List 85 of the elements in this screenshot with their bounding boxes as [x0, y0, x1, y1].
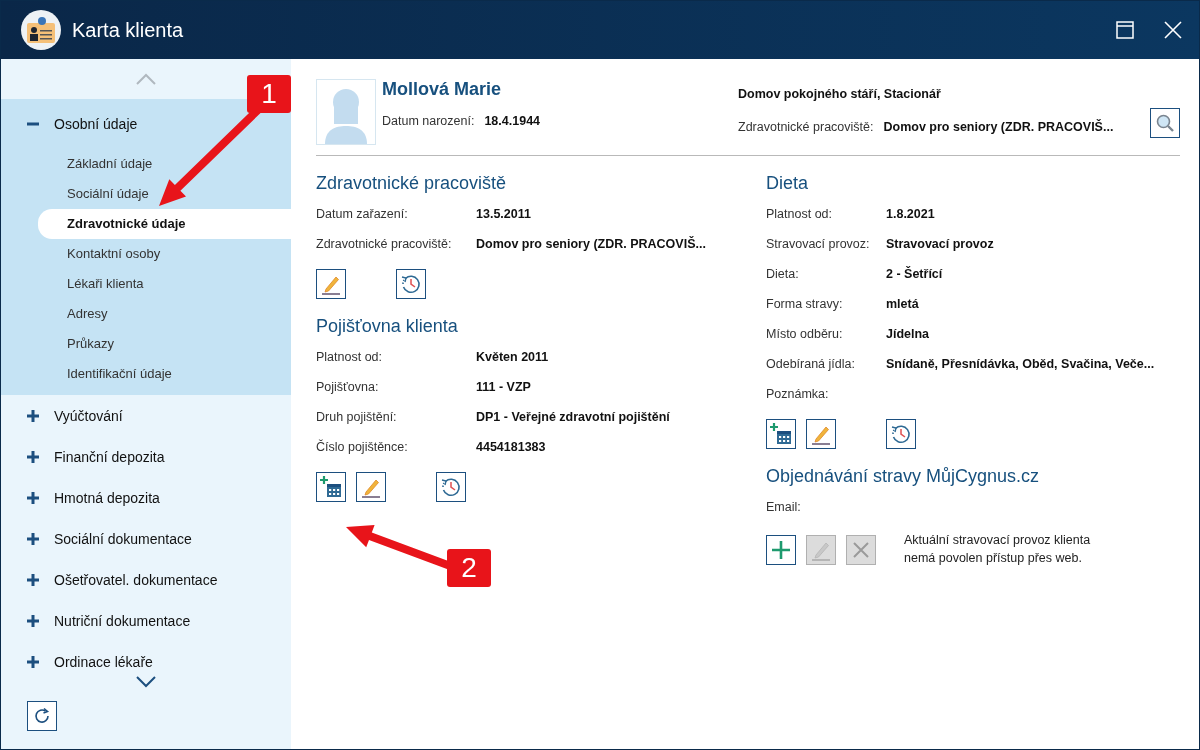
plus-icon[interactable] — [26, 531, 40, 546]
field-label: Forma stravy: — [766, 297, 844, 311]
field-value: 4454181383 — [476, 440, 546, 454]
field-label: Email: — [766, 500, 802, 514]
refresh-button[interactable] — [27, 701, 57, 731]
field-label: Datum narození: — [382, 114, 475, 128]
field-value: 1.8.2021 — [886, 207, 935, 221]
add-button[interactable] — [766, 419, 796, 449]
maximize-icon[interactable] — [1115, 20, 1135, 40]
info-message: Aktuální stravovací provoz klienta nemá povolen přístup přes web. — [904, 532, 1092, 567]
sidebar-item[interactable]: Lékaři klienta — [38, 269, 291, 299]
field-label: Dieta: — [766, 267, 800, 281]
plus-icon[interactable] — [26, 408, 40, 423]
field-value: Květen 2011 — [476, 350, 549, 364]
field-value: Snídaně, Přesnídávka, Oběd, Svačina, Veče... — [886, 357, 1155, 371]
add-button[interactable] — [316, 472, 346, 502]
search-icon — [1155, 113, 1175, 133]
field-value: Domov pro seniory (ZDR. PRACOVIŠ... — [476, 237, 706, 251]
search-button[interactable] — [1150, 108, 1180, 138]
sidebar-item[interactable]: Základní údaje — [38, 149, 291, 179]
add-calendar-icon — [319, 475, 343, 499]
field-label: Číslo pojištěnce: — [316, 440, 409, 454]
field-label: Poznámka: — [766, 387, 830, 401]
field-value: 18.4.1944 — [484, 114, 541, 128]
field-label: Zdravotnické pracoviště: — [738, 120, 874, 134]
plus-button[interactable] — [766, 534, 796, 565]
field-value: mletá — [886, 297, 919, 311]
sidebar-item[interactable]: Identifikační údaje — [38, 359, 291, 389]
field-value: 111 - VZP — [476, 380, 531, 394]
field-value: 2 - Šetřící — [886, 267, 943, 281]
sidebar-group-item[interactable]: Hmotná depozita — [1, 477, 291, 518]
history-button[interactable] — [436, 472, 466, 502]
callout-badge: 2 — [447, 549, 491, 587]
sidebar-item[interactable]: Kontaktní osoby — [38, 239, 291, 269]
sidebar-group-item[interactable]: Ordinace lékaře — [1, 641, 291, 682]
sidebar-group-item[interactable]: Ošetřovatel. dokumentace — [1, 559, 291, 600]
section-title: Dieta — [766, 173, 810, 194]
avatar-placeholder — [316, 79, 376, 145]
facility-name: Domov pokojného stáří, Stacionář — [738, 87, 942, 101]
edit-button[interactable] — [316, 269, 346, 299]
add-calendar-icon — [769, 422, 793, 446]
section-title: Objednávání stravy MůjCygnus.cz — [766, 466, 1041, 487]
sidebar-item[interactable]: Průkazy — [38, 329, 291, 359]
field-value: Stravovací provoz — [886, 237, 994, 251]
plus-icon[interactable] — [26, 613, 40, 628]
field-label: Platnost od: — [316, 350, 383, 364]
plus-icon[interactable] — [26, 654, 40, 669]
sidebar-group-item[interactable]: Sociální dokumentace — [1, 518, 291, 559]
field-value: Domov pro seniory (ZDR. PRACOVIŠ... — [883, 120, 1114, 134]
sidebar-item[interactable]: Sociální údaje — [38, 179, 291, 209]
field-label: Pojišťovna: — [316, 380, 380, 394]
sidebar-item[interactable]: Adresy — [38, 299, 291, 329]
plus-icon[interactable] — [26, 572, 40, 587]
window-title: Karta klienta — [72, 18, 185, 42]
sidebar-group-item[interactable]: Finanční depozita — [1, 436, 291, 477]
field-label: Zdravotnické pracoviště: — [316, 237, 453, 251]
field-label: Místo odběru: — [766, 327, 844, 341]
section-title: Zdravotnické pracoviště — [316, 173, 508, 194]
history-icon — [439, 475, 463, 499]
field-label: Platnost od: — [766, 207, 833, 221]
sidebar-item[interactable]: Zdravotnické údaje — [38, 209, 291, 239]
edit-button[interactable] — [356, 472, 386, 502]
plus-icon[interactable] — [26, 449, 40, 464]
id-card-icon — [21, 10, 61, 50]
field-label: Druh pojištění: — [316, 410, 398, 424]
client-name: Mollová Marie — [382, 79, 503, 100]
field-label: Datum zařazení: — [316, 207, 409, 221]
field-label: Stravovací provoz: — [766, 237, 871, 251]
history-button[interactable] — [396, 269, 426, 299]
sidebar-group-item[interactable]: Nutriční dokumentace — [1, 600, 291, 641]
chevron-down-icon[interactable] — [135, 676, 157, 688]
sidebar-group-item[interactable]: Vyúčtování — [1, 395, 291, 436]
callout-badge: 1 — [247, 75, 291, 113]
field-value: DP1 - Veřejné zdravotní pojištění — [476, 410, 670, 424]
section-title: Pojišťovna klienta — [316, 316, 459, 337]
plus-icon[interactable] — [26, 490, 40, 505]
history-button[interactable] — [886, 419, 916, 449]
history-icon — [889, 422, 913, 446]
field-value: 13.5.2011 — [476, 207, 531, 221]
field-label: Odebíraná jídla: — [766, 357, 856, 371]
edit-button[interactable] — [806, 419, 836, 449]
close-icon[interactable] — [1163, 20, 1183, 40]
history-icon — [399, 272, 423, 296]
refresh-icon — [33, 707, 51, 725]
field-value: Jídelna — [886, 327, 930, 341]
